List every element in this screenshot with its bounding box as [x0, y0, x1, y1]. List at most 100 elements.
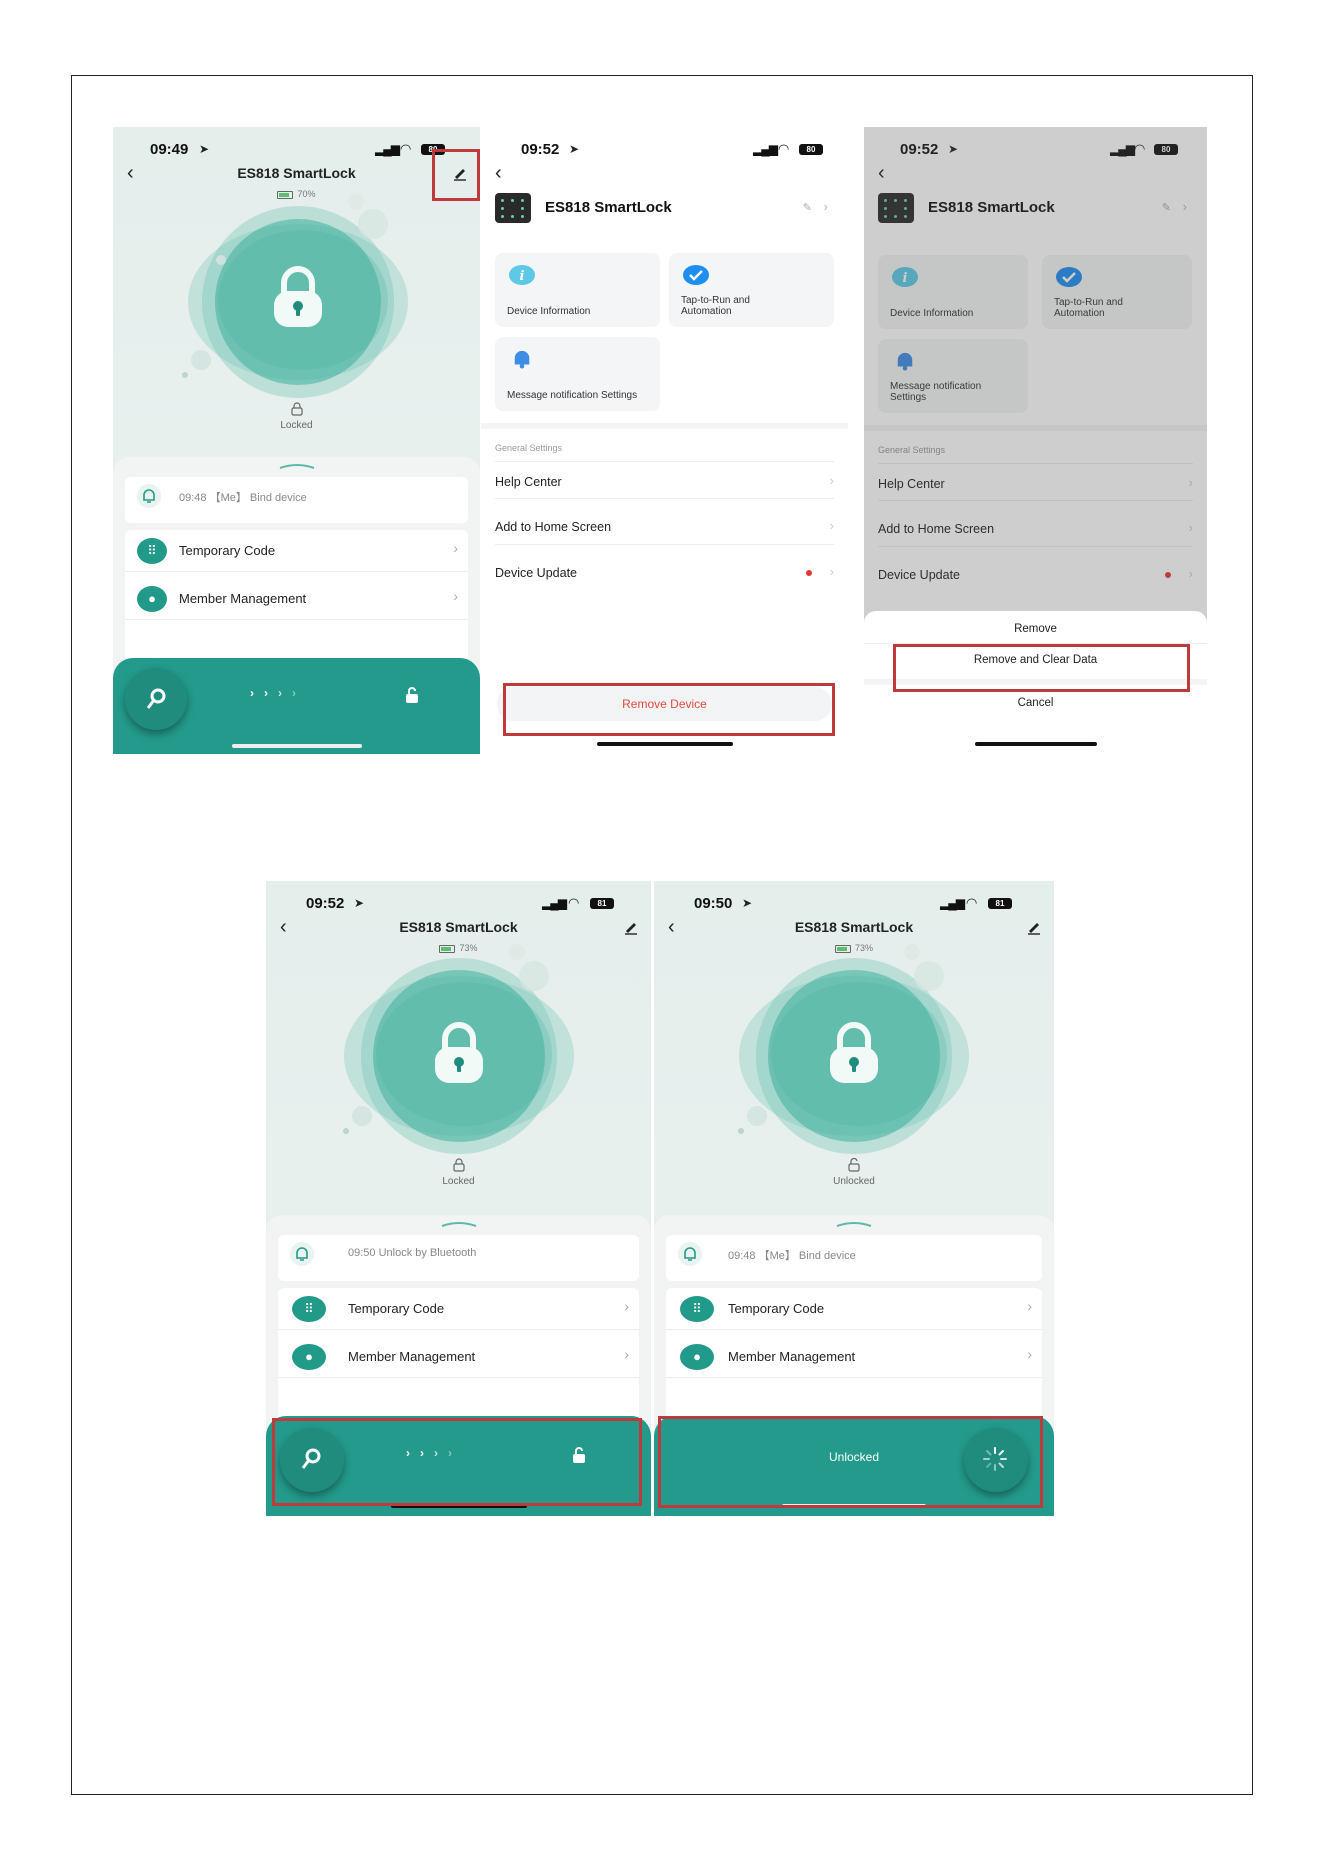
- battery-icon: 81: [988, 898, 1012, 909]
- battery-icon: 80: [799, 144, 823, 155]
- lock-status-text: Unlocked: [833, 1176, 875, 1187]
- settings-row-help-center[interactable]: Help Center ›: [495, 461, 834, 499]
- chevron-right-icon: ›: [829, 518, 834, 533]
- screen-settings: 09:52 ➤ ▂▄▆ ◠ 80 ‹ ES818 SmartLock ✎ › i…: [481, 127, 848, 754]
- signal-icon: ▂▄▆: [542, 896, 567, 910]
- chevron-right-icon: ›: [823, 199, 828, 214]
- padlock-icon: [452, 1158, 465, 1172]
- unlock-icon: [406, 687, 418, 703]
- cancel-button[interactable]: Cancel: [864, 697, 1207, 709]
- row-label: Help Center: [495, 475, 562, 489]
- screen-home-locked-2: 09:52 ➤ ▂▄▆ ◠ 81 ‹ ES818 SmartLock 73% L…: [266, 881, 651, 1516]
- lock-status: Unlocked: [654, 1158, 1054, 1187]
- menu-item-label: Member Management: [728, 1349, 856, 1364]
- screen-home-locked: 09:49 ➤ ▂▄▆ ◠ 80 ‹ ES818 SmartLock 70% L…: [113, 127, 480, 754]
- update-badge: [806, 570, 812, 576]
- checkmark-icon: [683, 265, 709, 285]
- edit-icon[interactable]: [1026, 919, 1042, 935]
- device-name: ES818 SmartLock: [545, 199, 672, 216]
- padlock-icon[interactable]: [268, 265, 328, 329]
- menu-item-label: Temporary Code: [348, 1301, 445, 1316]
- menu-item-temporary-code[interactable]: ⠿ Temporary Code ›: [278, 1288, 639, 1330]
- key-knob[interactable]: [964, 1428, 1028, 1492]
- menu-item-label: Temporary Code: [728, 1301, 825, 1316]
- svg-text:i: i: [520, 269, 525, 284]
- menu-item-label: Temporary Code: [179, 543, 276, 558]
- menu-item-temporary-code[interactable]: ⠿ Temporary Code ›: [666, 1288, 1042, 1330]
- keypad-icon: ⠿: [680, 1296, 714, 1322]
- menu-item-temporary-code[interactable]: ⠿ Temporary Code ›: [125, 530, 468, 572]
- sheet-grabber[interactable]: [835, 1221, 873, 1227]
- device-header[interactable]: ES818 SmartLock ✎ ›: [495, 189, 834, 229]
- menu-item-member-management[interactable]: ● Member Management ›: [125, 578, 468, 620]
- chevron-right-icon: ›: [453, 588, 458, 604]
- keypad-icon: ⠿: [292, 1296, 326, 1322]
- history-card[interactable]: 09:48 【Me】 Bind device: [666, 1235, 1042, 1281]
- menu-item-label: Member Management: [179, 591, 307, 606]
- tile-label: Tap-to-Run and Automation: [681, 295, 750, 317]
- lock-status: Locked: [266, 1158, 651, 1187]
- chevron-right-icon: ›: [1027, 1346, 1032, 1362]
- battery-icon: 81: [590, 898, 614, 909]
- general-settings-header: General Settings: [495, 443, 563, 453]
- tile-device-information[interactable]: i Device Information: [495, 253, 660, 327]
- page-title: ES818 SmartLock: [794, 919, 914, 935]
- wifi-icon: ◠: [966, 895, 978, 910]
- action-sheet: Remove Remove and Clear Data Cancel: [864, 611, 1207, 754]
- home-indicator: [974, 742, 1097, 746]
- row-label: Add to Home Screen: [495, 520, 612, 534]
- unlock-icon: [848, 1158, 860, 1172]
- edit-icon[interactable]: [623, 919, 639, 935]
- wifi-icon: ◠: [778, 141, 790, 156]
- sheet-grabber[interactable]: [278, 463, 316, 469]
- history-card[interactable]: 09:50 Unlock by Bluetooth: [278, 1235, 639, 1281]
- person-icon: ●: [292, 1344, 326, 1370]
- location-arrow-icon: ➤: [569, 142, 580, 156]
- remove-device-button[interactable]: Remove Device: [497, 687, 832, 721]
- device-thumbnail: [495, 193, 531, 223]
- settings-row-add-to-home[interactable]: Add to Home Screen ›: [495, 507, 834, 545]
- bell-icon: [290, 1242, 314, 1266]
- menu-item-member-management[interactable]: ● Member Management ›: [666, 1336, 1042, 1378]
- action-sheet-title: Remove: [1014, 623, 1057, 635]
- status-bar: 09:49 ➤ ▂▄▆ ◠ 80: [113, 141, 480, 161]
- settings-row-device-update[interactable]: Device Update ›: [495, 553, 834, 591]
- location-arrow-icon: ➤: [354, 896, 365, 910]
- tile-label: Message notification Settings: [507, 390, 638, 401]
- tile-tap-to-run[interactable]: Tap-to-Run and Automation: [669, 253, 834, 327]
- lock-status: Locked: [113, 402, 480, 431]
- bell-icon: [514, 350, 530, 369]
- remove-and-clear-data-button[interactable]: Remove and Clear Data: [864, 654, 1207, 666]
- home-indicator: [231, 744, 362, 748]
- chevron-right-icon: ›: [624, 1298, 629, 1314]
- unlock-slider[interactable]: ››››: [113, 658, 480, 754]
- key-knob[interactable]: [125, 668, 187, 730]
- status-bar: 09:52 ➤ ▂▄▆ ◠ 80: [481, 141, 848, 161]
- unlock-slider[interactable]: ››››: [266, 1416, 651, 1516]
- menu-item-member-management[interactable]: ● Member Management ›: [278, 1336, 639, 1378]
- edit-icon[interactable]: ✎: [803, 201, 812, 214]
- sheet-grabber[interactable]: [440, 1221, 478, 1227]
- lock-status-text: Locked: [442, 1176, 475, 1187]
- tile-message-notification[interactable]: Message notification Settings: [495, 337, 660, 411]
- edit-icon[interactable]: [452, 165, 468, 181]
- wifi-icon: ◠: [400, 141, 412, 156]
- key-icon: [301, 1448, 321, 1469]
- keypad-icon: ⠿: [137, 538, 167, 564]
- unlock-icon: [573, 1447, 585, 1463]
- back-icon[interactable]: ‹: [495, 163, 502, 183]
- status-time: 09:49: [150, 141, 189, 158]
- padlock-icon[interactable]: [429, 1021, 489, 1085]
- padlock-icon[interactable]: [824, 1021, 884, 1085]
- home-indicator: [596, 742, 733, 746]
- key-knob[interactable]: [280, 1428, 344, 1492]
- section-divider: [481, 423, 848, 429]
- unlock-slider[interactable]: Unlocked: [654, 1416, 1054, 1516]
- history-card[interactable]: 09:48 【Me】 Bind device: [125, 477, 468, 523]
- signal-icon: ▂▄▆: [753, 142, 778, 156]
- screen-remove-dialog: 09:52 ➤ ▂▄▆ ◠ 80 ‹ ES818 SmartLock ✎ › i…: [864, 127, 1207, 754]
- person-icon: ●: [680, 1344, 714, 1370]
- lock-status-text: Locked: [280, 420, 313, 431]
- bell-icon: [678, 1242, 702, 1266]
- history-text: 09:48 【Me】 Bind device: [728, 1250, 856, 1262]
